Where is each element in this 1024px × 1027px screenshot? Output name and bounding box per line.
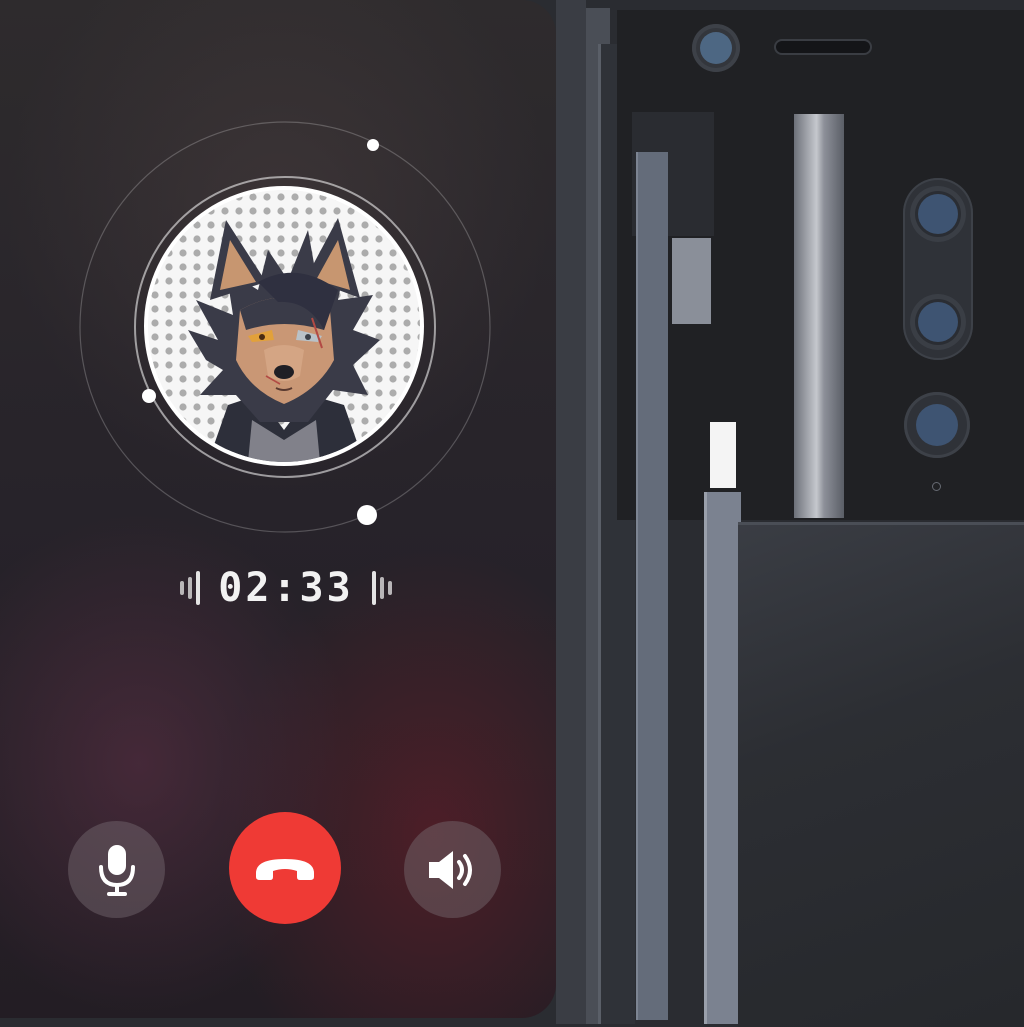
audio-wave-left-icon xyxy=(180,571,201,605)
speaker-icon xyxy=(428,850,472,889)
metal-bar xyxy=(794,114,844,518)
orbit-dot xyxy=(367,139,379,151)
orbit-dot xyxy=(142,389,156,403)
microphone-icon xyxy=(98,844,135,896)
camera-lens-icon xyxy=(910,186,966,242)
caller-avatar xyxy=(148,190,420,462)
audio-wave-right-icon xyxy=(371,571,392,605)
earpiece-slot xyxy=(776,41,870,53)
speaker-button[interactable] xyxy=(404,821,501,918)
sim-tray xyxy=(710,422,736,488)
front-camera-icon xyxy=(692,24,740,72)
lower-rail xyxy=(704,492,741,1024)
call-timer-row: 02:33 xyxy=(140,562,432,614)
call-duration: 02:33 xyxy=(218,565,354,611)
call-screen: 02:33 xyxy=(0,0,556,1018)
camera-lens-icon xyxy=(910,294,966,350)
orbit-dot xyxy=(357,505,377,525)
phone-long-rail xyxy=(636,152,668,1020)
phone-frame-edge xyxy=(556,0,586,1024)
phone-hangup-icon xyxy=(256,859,314,880)
wolf-avatar-image xyxy=(148,190,420,462)
mute-button[interactable] xyxy=(68,821,165,918)
side-button xyxy=(672,238,711,324)
end-call-button[interactable] xyxy=(229,812,341,924)
microphone-hole-icon xyxy=(932,482,941,491)
phone-back-panel xyxy=(738,522,1024,1027)
camera-lens-icon xyxy=(904,392,970,458)
